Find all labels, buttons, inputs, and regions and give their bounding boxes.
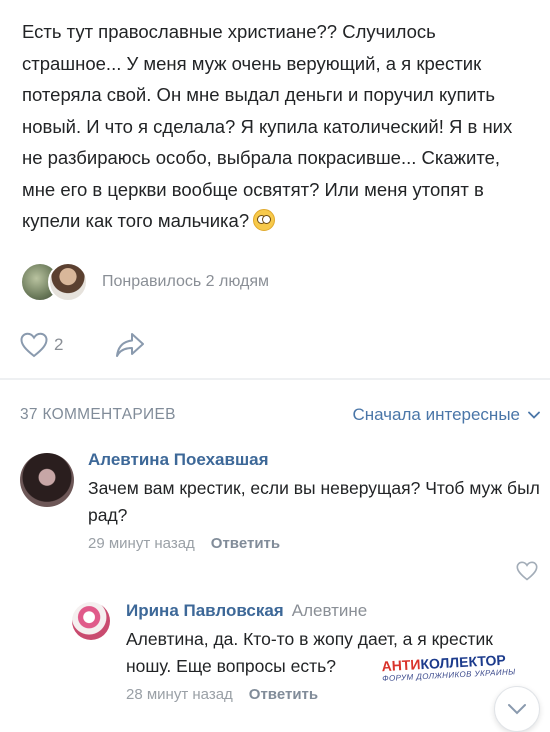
chevron-down-icon bbox=[528, 411, 540, 419]
sort-label: Сначала интересные bbox=[352, 405, 520, 424]
comment-time: 29 минут назад bbox=[88, 535, 195, 552]
heart-icon[interactable] bbox=[20, 332, 48, 358]
reply-button[interactable]: Ответить bbox=[249, 686, 318, 703]
heart-icon[interactable] bbox=[516, 561, 538, 581]
comments-count: 37 КОММЕНТАРИЕВ bbox=[20, 406, 176, 423]
sort-dropdown[interactable]: Сначала интересные bbox=[352, 405, 540, 425]
avatar[interactable] bbox=[72, 602, 110, 640]
comment-body: Ирина Павловская Алевтине Алевтина, да. К… bbox=[126, 598, 540, 703]
comment-meta: 28 минут назад Ответить bbox=[126, 686, 540, 703]
scroll-down-button[interactable] bbox=[494, 686, 540, 732]
divider bbox=[0, 378, 550, 380]
post-text: Есть тут православные христиане?? Случил… bbox=[22, 16, 532, 237]
comment-text: Зачем вам крестик, если вы неверущая? Чт… bbox=[88, 478, 540, 525]
author-name[interactable]: Алевтина Поехавшая bbox=[88, 450, 269, 469]
flushed-face-icon bbox=[253, 209, 276, 231]
like-count: 2 bbox=[54, 335, 64, 354]
comment-time: 28 минут назад bbox=[126, 686, 233, 703]
comment-author[interactable]: Ирина Павловская Алевтине bbox=[126, 598, 540, 624]
likers-row[interactable]: Понравилось 2 людям bbox=[20, 262, 269, 302]
comment-body: Алевтина Поехавшая Зачем вам крестик, ес… bbox=[88, 447, 540, 552]
liker-avatar[interactable] bbox=[48, 262, 88, 302]
likes-summary[interactable]: Понравилось 2 людям bbox=[102, 273, 269, 291]
reply-button[interactable]: Ответить bbox=[211, 535, 280, 552]
comment-meta: 29 минут назад Ответить bbox=[88, 535, 540, 552]
chevron-down-icon bbox=[508, 704, 526, 715]
post-body: Есть тут православные христиане?? Случил… bbox=[22, 21, 513, 231]
comment-author[interactable]: Алевтина Поехавшая bbox=[88, 447, 540, 473]
reply-to[interactable]: Алевтине bbox=[292, 601, 368, 620]
avatar[interactable] bbox=[20, 453, 74, 507]
post-actions: 2 bbox=[20, 332, 145, 358]
share-icon[interactable] bbox=[115, 332, 145, 358]
author-name[interactable]: Ирина Павловская bbox=[126, 601, 284, 620]
comments-header: 37 КОММЕНТАРИЕВ Сначала интересные bbox=[20, 405, 540, 425]
